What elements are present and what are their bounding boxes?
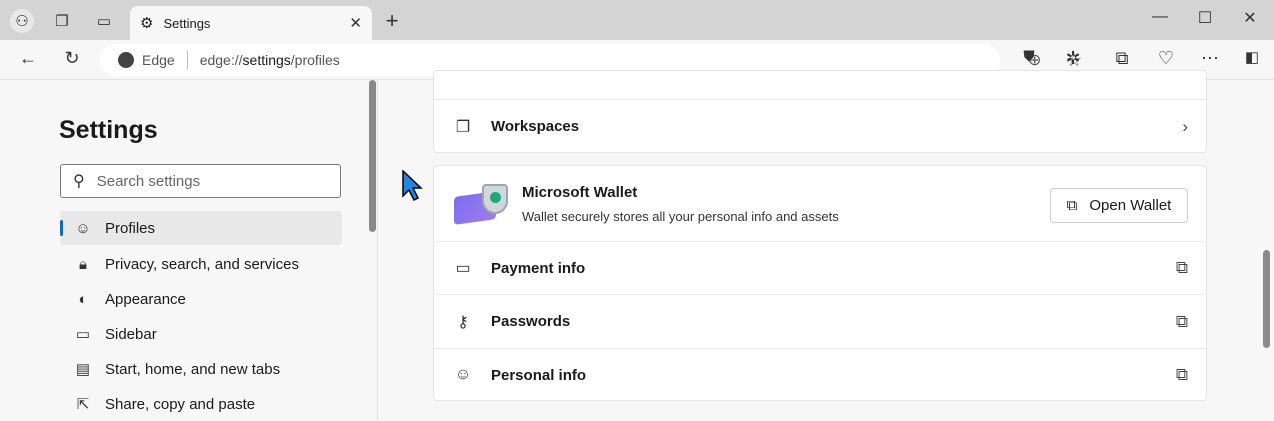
search-input[interactable]: ⚲ Search settings xyxy=(60,164,341,198)
extensions-icon[interactable]: ✲ xyxy=(1060,48,1086,69)
tab-bar: ⚇ ❐ ▭ ⚙ Settings ✕ + — ☐ ✕ xyxy=(0,0,1274,40)
edge-logo-icon xyxy=(118,52,134,68)
page-title: Settings xyxy=(59,116,158,144)
sidebar-item-label: Start, home, and new tabs xyxy=(105,360,281,378)
chevron-right-icon: › xyxy=(1182,116,1188,136)
sidebar-icon: ▭ xyxy=(75,326,91,343)
minimize-button[interactable]: — xyxy=(1145,8,1175,26)
collections-icon[interactable]: ⧉ xyxy=(1109,48,1135,69)
person-card-icon: ☺ xyxy=(454,366,472,383)
sidebar-item-label: Privacy, search, and services xyxy=(105,255,299,273)
gear-icon: ⚙ xyxy=(140,15,154,32)
external-link-icon: ⧉ xyxy=(1175,258,1188,277)
sidebar-item-label: Share, copy and paste xyxy=(105,395,256,413)
row-label: Passwords xyxy=(491,313,571,330)
workspaces-icon: ❐ xyxy=(455,118,471,136)
workspaces-row[interactable]: ❐ Workspaces › xyxy=(434,99,1206,153)
refresh-button[interactable]: ↻ xyxy=(59,48,85,69)
row-label: Personal info xyxy=(491,366,587,384)
share-icon: ⇱ xyxy=(76,396,90,413)
close-tab-icon[interactable]: ✕ xyxy=(349,14,362,32)
sidebar-item-label: Appearance xyxy=(105,290,186,308)
tab-settings[interactable]: ⚙ Settings ✕ xyxy=(130,6,372,40)
palette-icon: ◐ xyxy=(78,290,88,308)
wallet-description: Wallet securely stores all your personal… xyxy=(522,208,839,224)
back-button[interactable]: ← xyxy=(15,48,41,69)
sidebar-scrollbar[interactable] xyxy=(369,80,376,232)
main-scrollbar[interactable] xyxy=(1263,250,1270,348)
row-label: Workspaces xyxy=(491,118,580,135)
profile-icon: ☺ xyxy=(75,219,91,237)
wallet-header: Microsoft Wallet Wallet securely stores … xyxy=(434,166,1206,241)
browser-essentials-icon[interactable]: ♡ xyxy=(1153,48,1179,69)
workspaces-icon[interactable]: ❐ xyxy=(50,9,74,33)
key-icon: ⚷ xyxy=(457,313,469,331)
address-brand: Edge xyxy=(142,52,175,68)
external-link-icon: ⧉ xyxy=(1175,311,1188,331)
workspaces-card: ❐ Workspaces › xyxy=(433,70,1207,153)
tab-title: Settings xyxy=(163,15,211,31)
mouse-cursor-icon xyxy=(402,170,423,202)
open-wallet-button[interactable]: ⧉ Open Wallet xyxy=(1050,188,1188,223)
sidebar-item-label: Sidebar xyxy=(105,325,157,343)
ublock-extension-icon[interactable]: ⛊ xyxy=(1016,48,1042,65)
external-link-icon: ⧉ xyxy=(1066,197,1078,214)
divider xyxy=(186,51,188,69)
wallet-illustration-icon xyxy=(454,183,508,225)
profile-avatar-icon[interactable]: ⚇ xyxy=(10,9,34,33)
sidebar-item-start-home[interactable]: ▤ Start, home, and new tabs xyxy=(60,352,342,386)
new-tab-button[interactable]: + xyxy=(380,8,404,33)
tab-actions-icon[interactable]: ▭ xyxy=(92,9,116,33)
search-icon: ⚲ xyxy=(73,173,85,190)
home-icon: ▤ xyxy=(75,361,91,378)
sidebar-toggle-icon[interactable]: ◧ xyxy=(1239,48,1265,66)
sidebar-item-privacy[interactable]: 🔒︎ Privacy, search, and services xyxy=(60,247,342,281)
hidden-row xyxy=(434,71,1206,99)
close-window-button[interactable]: ✕ xyxy=(1235,8,1265,28)
credit-card-icon: ▭ xyxy=(455,260,471,277)
external-link-icon: ⧉ xyxy=(1175,365,1188,384)
sidebar-item-share[interactable]: ⇱ Share, copy and paste xyxy=(60,387,342,421)
sidebar-item-appearance[interactable]: ◐ Appearance xyxy=(60,282,342,316)
passwords-row[interactable]: ⚷ Passwords ⧉ xyxy=(434,294,1206,348)
search-placeholder: Search settings xyxy=(96,172,201,190)
button-label: Open Wallet xyxy=(1089,197,1172,214)
wallet-title: Microsoft Wallet xyxy=(522,183,638,201)
maximize-button[interactable]: ☐ xyxy=(1190,8,1220,28)
lock-icon: 🔒︎ xyxy=(79,255,87,273)
personal-info-row[interactable]: ☺ Personal info ⧉ xyxy=(434,348,1206,401)
sidebar-item-label: Profiles xyxy=(105,219,156,237)
more-menu-icon[interactable]: ⋯ xyxy=(1197,48,1223,69)
sidebar-item-sidebar[interactable]: ▭ Sidebar xyxy=(60,317,342,351)
sidebar-item-profiles[interactable]: ☺ Profiles xyxy=(60,211,342,245)
wallet-card: Microsoft Wallet Wallet securely stores … xyxy=(433,165,1207,401)
row-label: Payment info xyxy=(491,259,586,277)
url-text: edge://settings/profiles xyxy=(199,52,340,68)
payment-info-row[interactable]: ▭ Payment info ⧉ xyxy=(434,241,1206,294)
